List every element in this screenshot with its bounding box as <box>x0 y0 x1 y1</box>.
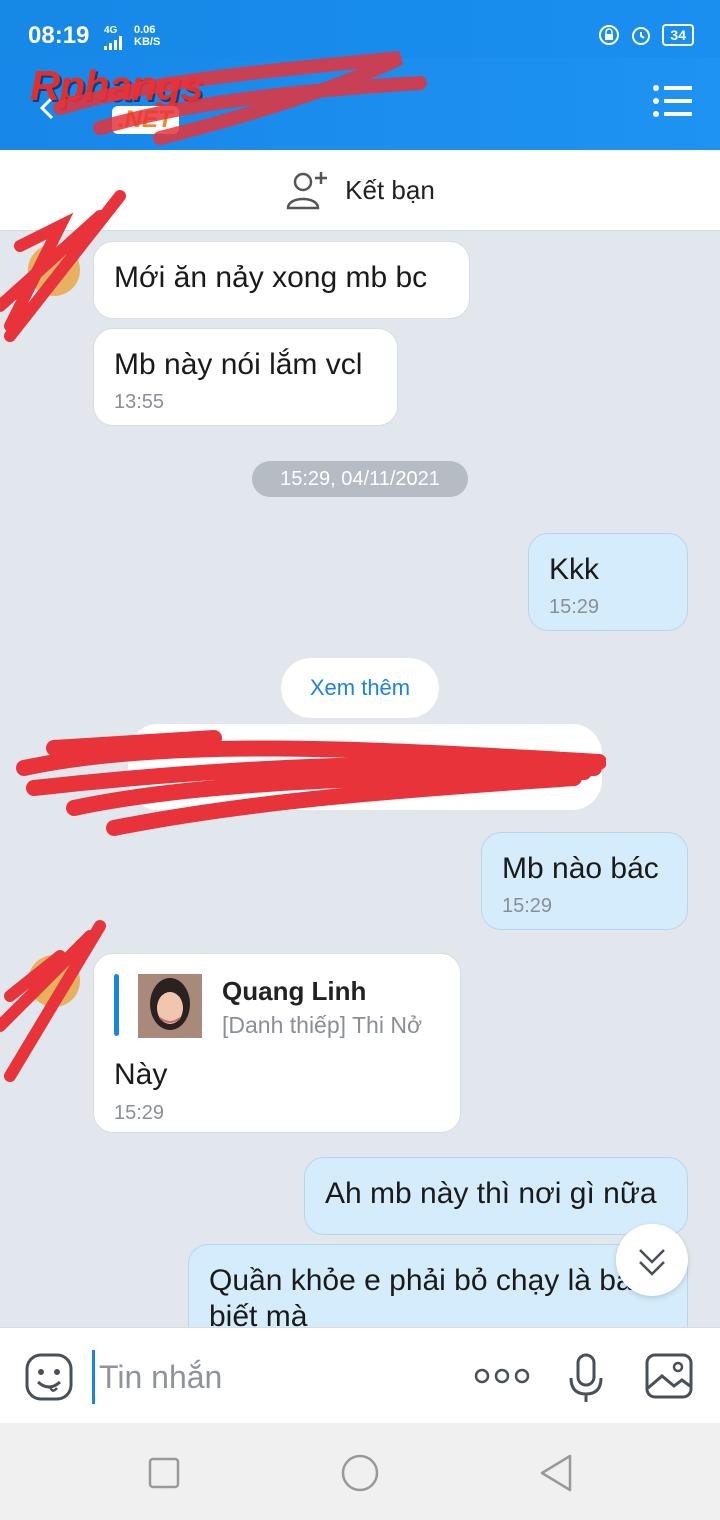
status-right: 34 <box>598 24 694 46</box>
message-bubble-out[interactable]: Kkk 15:29 <box>528 533 688 631</box>
contact-subtitle: [Danh thiếp] Thi Nở <box>222 1012 423 1038</box>
image-icon[interactable] <box>644 1352 694 1400</box>
microphone-icon[interactable] <box>566 1352 606 1404</box>
message-text: Ah mb này thì nơi gì nữa <box>325 1177 657 1210</box>
message-bubble-in[interactable]: Mb này nói lắm vcl 13:55 <box>93 328 398 426</box>
menu-icon[interactable] <box>652 84 692 118</box>
add-friend-label: Kết bạn <box>345 174 435 205</box>
back-icon[interactable] <box>538 1453 574 1493</box>
scroll-to-bottom-button[interactable] <box>616 1224 688 1296</box>
message-text: Kkk <box>549 553 600 586</box>
quote-bar <box>114 974 119 1036</box>
message-composer <box>0 1327 720 1424</box>
message-text: Này <box>114 1058 168 1091</box>
message-text: Quần khỏe e phải bỏ chạy là bác biết mà <box>209 1264 648 1333</box>
contact-card-message[interactable]: Quang Linh [Danh thiếp] Thi Nở Này 15:29 <box>93 953 461 1133</box>
see-more-button[interactable]: Xem thêm <box>281 658 439 718</box>
message-text: Mb nào bác <box>502 852 659 885</box>
network-type: 4G <box>104 25 118 36</box>
date-divider: 15:29, 04/11/2021 <box>252 461 468 497</box>
speed-value: 0.06 <box>134 24 156 36</box>
message-time: 15:29 <box>114 1102 165 1124</box>
system-nav-bar <box>0 1423 720 1520</box>
contact-name: Quang Linh <box>222 976 367 1006</box>
message-scribble <box>16 730 606 836</box>
message-time: 15:29 <box>502 895 553 917</box>
header-scribble <box>53 51 427 145</box>
person-photo-icon <box>138 974 202 1038</box>
lock-rotation-icon <box>599 25 620 45</box>
message-bubble-in[interactable]: Mới ăn nảy xong mb bc <box>93 241 470 319</box>
more-options-icon[interactable] <box>474 1362 530 1390</box>
add-user-icon <box>286 172 328 210</box>
double-chevron-down-icon <box>639 1249 665 1276</box>
message-input[interactable] <box>92 1350 461 1404</box>
home-icon[interactable] <box>340 1453 380 1493</box>
sticker-icon[interactable] <box>24 1352 74 1402</box>
message-time: 15:29 <box>549 596 600 618</box>
message-time: 13:55 <box>114 391 165 413</box>
message-text: Mb này nói lắm vcl <box>114 348 363 381</box>
message-text: Mới ăn nảy xong mb bc <box>114 261 428 294</box>
recent-apps-icon[interactable] <box>148 1457 180 1489</box>
battery-indicator: 34 <box>662 24 694 46</box>
message-bubble-out[interactable]: Mb nào bác 15:29 <box>481 832 688 930</box>
contact-photo <box>138 974 202 1038</box>
alarm-icon <box>632 27 651 45</box>
